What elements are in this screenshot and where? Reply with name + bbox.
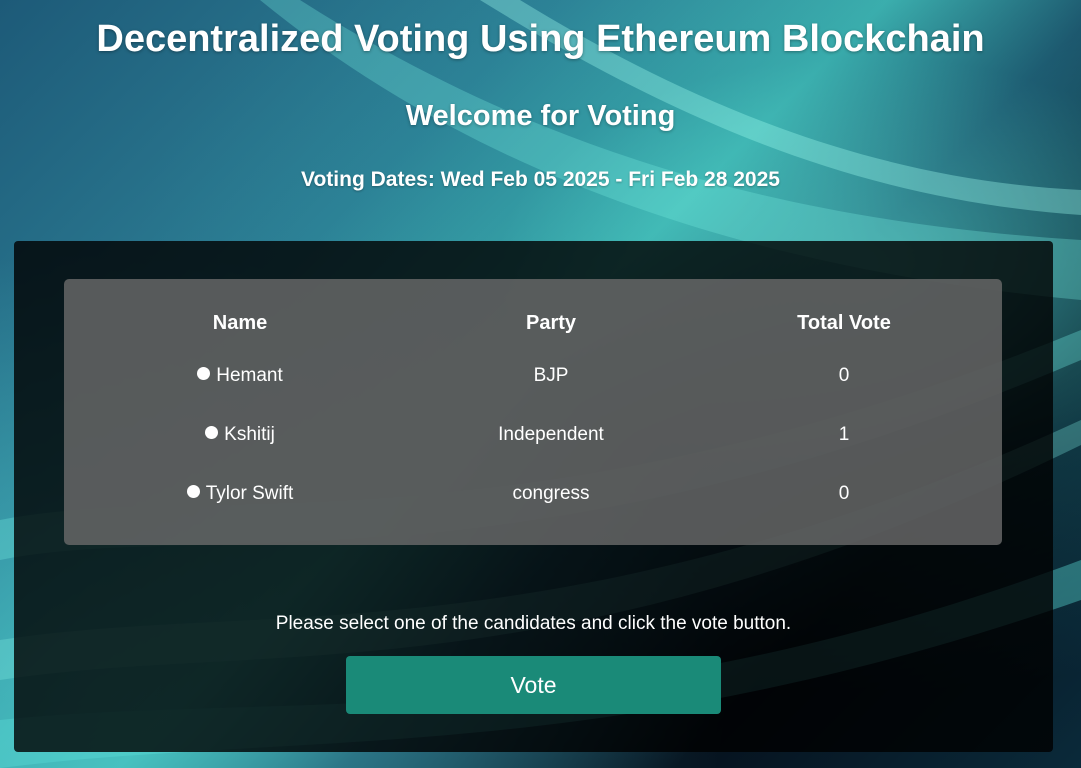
- candidate-votes: 1: [838, 423, 850, 445]
- voting-dates-label: Voting Dates:: [301, 168, 435, 191]
- candidate-votes: 0: [838, 482, 850, 504]
- candidates-table-container: Name Party Total Vote Hemant BJP 0 Kshit…: [64, 279, 1002, 545]
- candidate-radio-hemant[interactable]: [197, 366, 211, 380]
- candidates-table: Name Party Total Vote Hemant BJP 0 Kshit…: [64, 301, 1002, 523]
- candidate-name-cell: Tylor Swift: [64, 464, 416, 523]
- candidate-name: Hemant: [216, 364, 283, 386]
- candidate-radio-tylor-swift[interactable]: [186, 484, 200, 498]
- page-title: Decentralized Voting Using Ethereum Bloc…: [96, 18, 985, 60]
- table-header-row: Name Party Total Vote: [64, 301, 1002, 346]
- table-row: Tylor Swift congress 0: [64, 464, 1002, 523]
- candidate-party: Independent: [498, 423, 604, 445]
- instruction-text: Please select one of the candidates and …: [275, 613, 792, 634]
- candidate-name: Tylor Swift: [205, 482, 294, 504]
- table-row: Hemant BJP 0: [64, 346, 1002, 405]
- table-row: Kshitij Independent 1: [64, 405, 1002, 464]
- voting-dates-value: Wed Feb 05 2025 - Fri Feb 28 2025: [440, 168, 780, 191]
- candidate-votes: 0: [838, 364, 850, 386]
- candidate-party: congress: [512, 482, 590, 504]
- header-total-vote: Total Vote: [797, 312, 891, 334]
- header-party: Party: [525, 312, 577, 334]
- voting-dates: Voting Dates: Wed Feb 05 2025 - Fri Feb …: [0, 168, 1081, 192]
- candidate-party: BJP: [533, 364, 569, 386]
- header-name: Name: [212, 312, 268, 334]
- candidate-name-cell: Kshitij: [64, 405, 416, 464]
- welcome-heading: Welcome for Voting: [405, 100, 676, 132]
- voting-panel: Name Party Total Vote Hemant BJP 0 Kshit…: [14, 241, 1053, 752]
- candidate-name-cell: Hemant: [64, 346, 416, 405]
- vote-button[interactable]: Vote: [346, 656, 721, 714]
- candidate-name: Kshitij: [224, 423, 275, 445]
- candidate-radio-kshitij[interactable]: [205, 425, 219, 439]
